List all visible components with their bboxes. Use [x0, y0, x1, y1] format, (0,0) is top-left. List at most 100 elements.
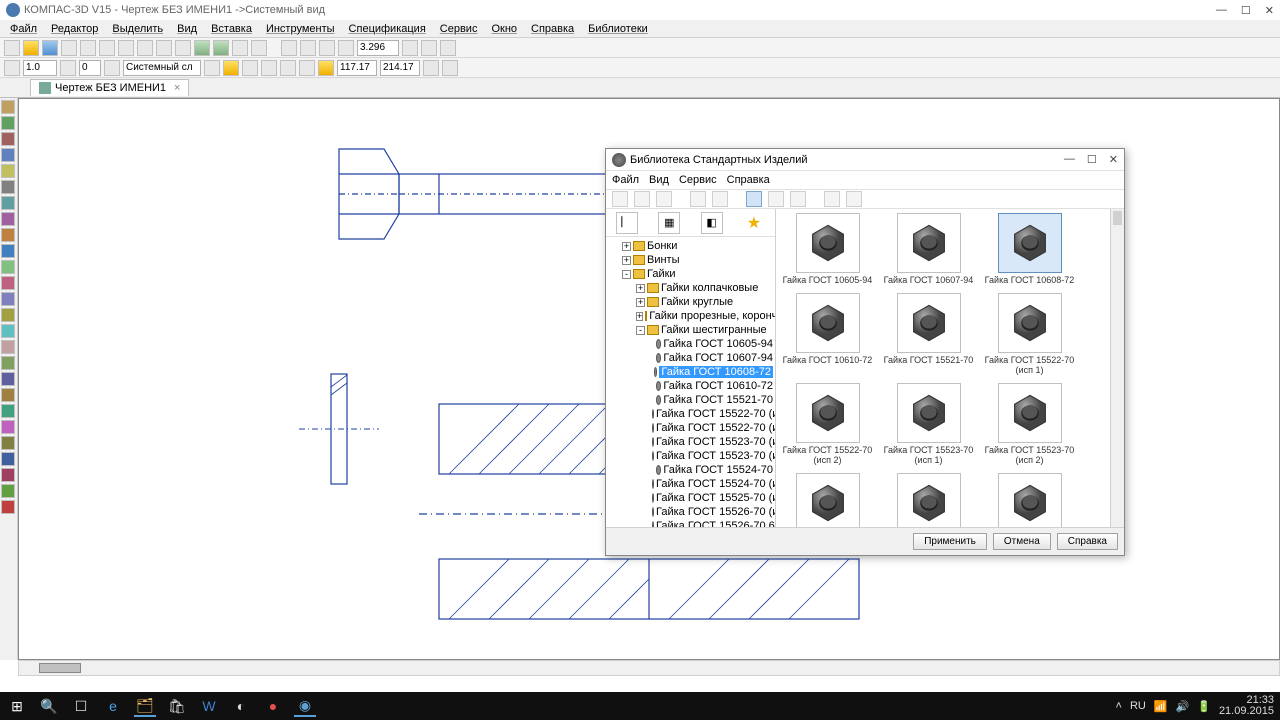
- expand-icon[interactable]: +: [636, 298, 645, 307]
- menubar[interactable]: ФайлРедакторВыделитьВидВставкаИнструмент…: [0, 20, 1280, 38]
- side-tool-button[interactable]: [1, 372, 15, 386]
- dd-button[interactable]: [60, 60, 76, 76]
- apply-button[interactable]: Применить: [913, 533, 987, 550]
- menu-item[interactable]: Окно: [485, 22, 523, 36]
- kompas-taskbar-icon[interactable]: ◉: [294, 695, 316, 717]
- dialog-maximize-button[interactable]: ☐: [1087, 153, 1097, 166]
- tree-node[interactable]: Гайка ГОСТ 15525-70 (и...: [608, 491, 773, 505]
- menu-item[interactable]: Вставка: [205, 22, 258, 36]
- tree-node[interactable]: Гайка ГОСТ 10610-72: [608, 379, 773, 393]
- start-button[interactable]: ⊞: [6, 695, 28, 717]
- tool-button[interactable]: [402, 40, 418, 56]
- mode-grid-icon[interactable]: ▦: [658, 212, 680, 234]
- view-list-button[interactable]: [768, 191, 784, 207]
- view-large-icons-button[interactable]: [746, 191, 762, 207]
- dialog-titlebar[interactable]: Библиотека Стандартных Изделий — ☐ ✕: [606, 149, 1124, 171]
- tree-node[interactable]: Гайка ГОСТ 15522-70 (и...: [608, 407, 773, 421]
- tab-document[interactable]: Чертеж БЕЗ ИМЕНИ1 ×: [30, 79, 189, 96]
- mode-part-icon[interactable]: ◧: [701, 212, 723, 234]
- explorer-icon[interactable]: 🗂: [134, 695, 156, 717]
- tool-button[interactable]: [213, 40, 229, 56]
- expand-icon[interactable]: -: [622, 270, 631, 279]
- menu-item[interactable]: Вид: [649, 174, 669, 186]
- side-tool-button[interactable]: [1, 132, 15, 146]
- dialog-menubar[interactable]: Файл Вид Сервис Справка: [606, 171, 1124, 189]
- cursor-button[interactable]: [251, 40, 267, 56]
- new-button[interactable]: [4, 40, 20, 56]
- thumbnail-item[interactable]: [780, 473, 875, 527]
- expand-icon[interactable]: +: [622, 256, 631, 265]
- tree-node[interactable]: Гайка ГОСТ 15523-70 (и...: [608, 435, 773, 449]
- side-tool-button[interactable]: [1, 180, 15, 194]
- menu-item[interactable]: Инструменты: [260, 22, 341, 36]
- thumbnail-item[interactable]: Гайка ГОСТ 15521-70: [881, 293, 976, 375]
- tab-close-icon[interactable]: ×: [174, 82, 180, 94]
- side-tool-button[interactable]: [1, 148, 15, 162]
- insert-button[interactable]: [690, 191, 706, 207]
- grid-button[interactable]: [242, 60, 258, 76]
- side-tool-button[interactable]: [1, 420, 15, 434]
- thumbnail-item[interactable]: [982, 473, 1077, 527]
- minimize-button[interactable]: —: [1216, 4, 1227, 17]
- tree-node[interactable]: -Гайки шестигранные: [608, 323, 773, 337]
- tree-node[interactable]: Гайка ГОСТ 10605-94: [608, 337, 773, 351]
- menu-item[interactable]: Сервис: [679, 174, 717, 186]
- mode-bolt-icon[interactable]: ⎸: [616, 212, 638, 234]
- menu-item[interactable]: Файл: [612, 174, 639, 186]
- taskbar-clock[interactable]: 21:33 21.09.2015: [1219, 695, 1274, 717]
- tree-node[interactable]: Гайка ГОСТ 15521-70: [608, 393, 773, 407]
- side-tool-button[interactable]: [1, 436, 15, 450]
- open-button[interactable]: [23, 40, 39, 56]
- tool-button[interactable]: [318, 60, 334, 76]
- zoom-fit-button[interactable]: [319, 40, 335, 56]
- fx-button[interactable]: [232, 40, 248, 56]
- side-tool-button[interactable]: [1, 212, 15, 226]
- tree-node[interactable]: +Гайки круглые: [608, 295, 773, 309]
- menu-item[interactable]: Спецификация: [343, 22, 432, 36]
- zoom-out-button[interactable]: [300, 40, 316, 56]
- layer-button[interactable]: [104, 60, 120, 76]
- thumbnail-item[interactable]: Гайка ГОСТ 10605-94: [780, 213, 875, 285]
- network-icon[interactable]: 📶: [1154, 700, 1168, 713]
- paste-button[interactable]: [137, 40, 153, 56]
- expand-icon[interactable]: +: [622, 242, 631, 251]
- tree-node[interactable]: Гайка ГОСТ 15524-70: [608, 463, 773, 477]
- redo-button[interactable]: [175, 40, 191, 56]
- style-button[interactable]: [4, 60, 20, 76]
- dialog-minimize-button[interactable]: —: [1064, 153, 1075, 166]
- tree-node[interactable]: Гайка ГОСТ 15522-70 (и...: [608, 421, 773, 435]
- side-tool-button[interactable]: [1, 500, 15, 514]
- thumbnail-item[interactable]: Гайка ГОСТ 15522-70 (исп 2): [780, 383, 875, 465]
- tool-button[interactable]: [442, 60, 458, 76]
- side-tool-button[interactable]: [1, 404, 15, 418]
- menu-item[interactable]: Справка: [525, 22, 580, 36]
- tree-node[interactable]: +Гайки колпачковые: [608, 281, 773, 295]
- thumbnail-item[interactable]: Гайка ГОСТ 15523-70 (исп 1): [881, 383, 976, 465]
- side-tool-button[interactable]: [1, 308, 15, 322]
- menu-item[interactable]: Сервис: [434, 22, 484, 36]
- scale-input[interactable]: [23, 60, 57, 76]
- cancel-button[interactable]: Отмена: [993, 533, 1051, 550]
- app-icon[interactable]: ●: [262, 695, 284, 717]
- undo-button[interactable]: [156, 40, 172, 56]
- side-tool-button[interactable]: [1, 388, 15, 402]
- chrome-icon[interactable]: ◐: [230, 695, 252, 717]
- tree-node[interactable]: -Гайки: [608, 267, 773, 281]
- help-button[interactable]: [824, 191, 840, 207]
- maximize-button[interactable]: ☐: [1241, 4, 1251, 17]
- find-button[interactable]: [634, 191, 650, 207]
- thumbnail-scrollbar[interactable]: [1110, 209, 1124, 527]
- side-tool-button[interactable]: [1, 164, 15, 178]
- menu-item[interactable]: Вид: [171, 22, 203, 36]
- parts-tree[interactable]: +Бонки+Винты-Гайки+Гайки колпачковые+Гай…: [606, 237, 775, 527]
- tree-node[interactable]: Гайка ГОСТ 15526-70 (и...: [608, 505, 773, 519]
- expand-icon[interactable]: +: [636, 312, 643, 321]
- side-tool-button[interactable]: [1, 196, 15, 210]
- menu-item[interactable]: Справка: [727, 174, 770, 186]
- tool-button[interactable]: [421, 40, 437, 56]
- coord-y-input[interactable]: [380, 60, 420, 76]
- tool-button[interactable]: [194, 40, 210, 56]
- word-icon[interactable]: W: [198, 695, 220, 717]
- val1-input[interactable]: [79, 60, 101, 76]
- copy-button[interactable]: [118, 40, 134, 56]
